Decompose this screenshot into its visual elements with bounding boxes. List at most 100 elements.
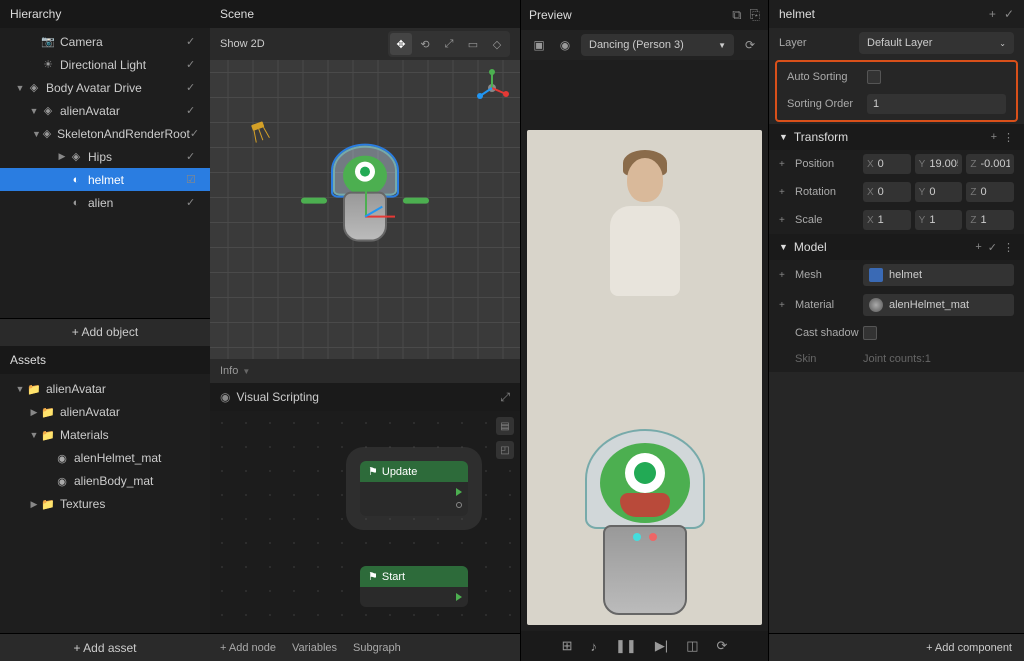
visibility-toggle-icon[interactable]: ✓	[186, 196, 202, 209]
crop-icon[interactable]: ◫	[686, 638, 698, 654]
transform-section-header[interactable]: ▼Transform +⋮	[769, 124, 1024, 150]
vs-node-header[interactable]: ⚑Update	[360, 461, 468, 482]
assets-tree[interactable]: ▼📁alienAvatar▶📁alienAvatar▼📁Materials◉al…	[0, 374, 210, 634]
rotation-y-input[interactable]: Y	[915, 182, 963, 202]
scale-x-input[interactable]: X	[863, 210, 911, 230]
transform-tool-icon[interactable]: ◇	[486, 33, 508, 55]
export-icon[interactable]: ⎘	[750, 7, 760, 23]
visibility-toggle-icon[interactable]: ☑	[186, 173, 202, 186]
expand-icon[interactable]: +	[779, 300, 791, 311]
hierarchy-item-skeletonandrenderroot[interactable]: ▼◈SkeletonAndRenderRoot✓	[0, 122, 210, 145]
add-asset-button[interactable]: + Add asset	[0, 633, 210, 661]
tree-arrow-icon[interactable]: ▼	[32, 129, 41, 139]
position-z-input[interactable]: Z	[966, 154, 1014, 174]
mesh-reference[interactable]: helmet	[863, 264, 1014, 286]
expand-icon[interactable]: ⤢	[500, 390, 510, 405]
visibility-toggle-icon[interactable]: ✓	[186, 150, 202, 163]
material-reference[interactable]: alenHelmet_mat	[863, 294, 1014, 316]
visible-check-icon[interactable]: ✓	[1004, 7, 1014, 21]
output-port-icon[interactable]	[456, 593, 462, 601]
hierarchy-item-hips[interactable]: ▶◈Hips✓	[0, 145, 210, 168]
eye-icon[interactable]: ◉	[220, 390, 230, 404]
tree-arrow-icon[interactable]: ▶	[56, 151, 68, 162]
tiktok-icon[interactable]: ♪	[591, 639, 598, 654]
preview-viewport[interactable]	[527, 130, 762, 625]
visibility-toggle-icon[interactable]: ✓	[186, 58, 202, 71]
scale-tool-icon[interactable]: ⤢	[438, 33, 460, 55]
hierarchy-item-alien[interactable]: ◐alien✓	[0, 191, 210, 214]
layer-select[interactable]: Default Layer ⌄	[859, 32, 1014, 54]
asset-item-textures[interactable]: ▶📁Textures	[0, 493, 210, 516]
show-2d-toggle[interactable]: Show 2D	[220, 38, 265, 50]
expand-icon[interactable]: +	[779, 215, 791, 226]
vs-node-update[interactable]: ⚑Update	[360, 461, 468, 516]
check-icon[interactable]: ✓	[988, 241, 997, 254]
hierarchy-item-alienavatar[interactable]: ▼◈alienAvatar✓	[0, 99, 210, 122]
move-tool-icon[interactable]: ✥	[390, 33, 412, 55]
subgraph-button[interactable]: Subgraph	[353, 642, 401, 654]
output-port-icon[interactable]	[456, 502, 462, 508]
tree-arrow-icon[interactable]: ▶	[28, 499, 40, 510]
add-icon[interactable]: +	[989, 7, 996, 21]
add-icon[interactable]: +	[975, 241, 981, 254]
asset-item-alienbody_mat[interactable]: ◉alienBody_mat	[0, 470, 210, 493]
model-section-header[interactable]: ▼Model +✓⋮	[769, 234, 1024, 260]
visual-scripting-canvas[interactable]: ▤ ◰ ⚑Update ⚑Start	[210, 411, 520, 633]
auto-sorting-checkbox[interactable]	[867, 70, 881, 84]
grid-icon[interactable]: ⊞	[562, 638, 573, 654]
position-x-input[interactable]: X	[863, 154, 911, 174]
expand-icon[interactable]: +	[779, 159, 791, 170]
rotate-preview-icon[interactable]: ⟳	[716, 638, 727, 654]
record-icon[interactable]: ◉	[555, 35, 575, 55]
output-port-icon[interactable]	[456, 488, 462, 496]
rotation-z-input[interactable]: Z	[966, 182, 1014, 202]
add-icon[interactable]: +	[991, 131, 997, 144]
add-node-button[interactable]: + Add node	[220, 642, 276, 654]
asset-item-materials[interactable]: ▼📁Materials	[0, 424, 210, 447]
tree-arrow-icon[interactable]: ▼	[28, 106, 40, 116]
pause-icon[interactable]: ❚❚	[615, 638, 637, 654]
scene-character[interactable]	[325, 145, 405, 285]
orientation-gizmo-icon[interactable]	[472, 68, 512, 108]
cast-shadow-checkbox[interactable]	[863, 326, 877, 340]
expand-icon[interactable]: +	[779, 270, 791, 281]
rotation-x-input[interactable]: X	[863, 182, 911, 202]
position-y-input[interactable]: Y	[915, 154, 963, 174]
tree-arrow-icon[interactable]: ▼	[14, 384, 26, 394]
more-icon[interactable]: ⋮	[1003, 131, 1014, 144]
rotate-tool-icon[interactable]: ⟲	[414, 33, 436, 55]
variables-button[interactable]: Variables	[292, 642, 337, 654]
scale-y-input[interactable]: Y	[915, 210, 963, 230]
hierarchy-item-helmet[interactable]: ◐helmet☑	[0, 168, 210, 191]
scale-z-input[interactable]: Z	[966, 210, 1014, 230]
tree-arrow-icon[interactable]: ▼	[28, 430, 40, 440]
rect-tool-icon[interactable]: ▭	[462, 33, 484, 55]
expand-icon[interactable]: +	[779, 187, 791, 198]
refresh-icon[interactable]: ⟳	[740, 35, 760, 55]
asset-item-alienavatar[interactable]: ▶📁alienAvatar	[0, 401, 210, 424]
hierarchy-tree[interactable]: 📷Camera✓☀Directional Light✓▼◈Body Avatar…	[0, 28, 210, 318]
preview-source-dropdown[interactable]: Dancing (Person 3) ▼	[581, 34, 734, 56]
scene-viewport[interactable]	[210, 60, 520, 359]
scene-info-bar[interactable]: Info ▼	[210, 359, 520, 383]
popout-icon[interactable]: ⧉	[732, 7, 741, 23]
tree-arrow-icon[interactable]: ▼	[14, 83, 26, 93]
visibility-toggle-icon[interactable]: ✓	[186, 104, 202, 117]
sorting-order-input[interactable]	[867, 94, 1006, 114]
tree-arrow-icon[interactable]: ▶	[28, 407, 40, 418]
asset-item-alenhelmet_mat[interactable]: ◉alenHelmet_mat	[0, 447, 210, 470]
device-icon[interactable]: ▣	[529, 35, 549, 55]
vs-layers-icon[interactable]: ▤	[496, 417, 514, 435]
hierarchy-item-camera[interactable]: 📷Camera✓	[0, 30, 210, 53]
more-icon[interactable]: ⋮	[1003, 241, 1014, 254]
skip-icon[interactable]: ▶|	[655, 638, 668, 654]
hierarchy-item-directional-light[interactable]: ☀Directional Light✓	[0, 53, 210, 76]
asset-item-alienavatar[interactable]: ▼📁alienAvatar	[0, 378, 210, 401]
object-name-input[interactable]	[779, 7, 899, 21]
vs-fit-icon[interactable]: ◰	[496, 441, 514, 459]
visibility-toggle-icon[interactable]: ✓	[190, 127, 202, 140]
hierarchy-item-body-avatar-drive[interactable]: ▼◈Body Avatar Drive✓	[0, 76, 210, 99]
vs-node-header[interactable]: ⚑Start	[360, 566, 468, 587]
visibility-toggle-icon[interactable]: ✓	[186, 81, 202, 94]
add-component-button[interactable]: + Add component	[769, 633, 1024, 661]
